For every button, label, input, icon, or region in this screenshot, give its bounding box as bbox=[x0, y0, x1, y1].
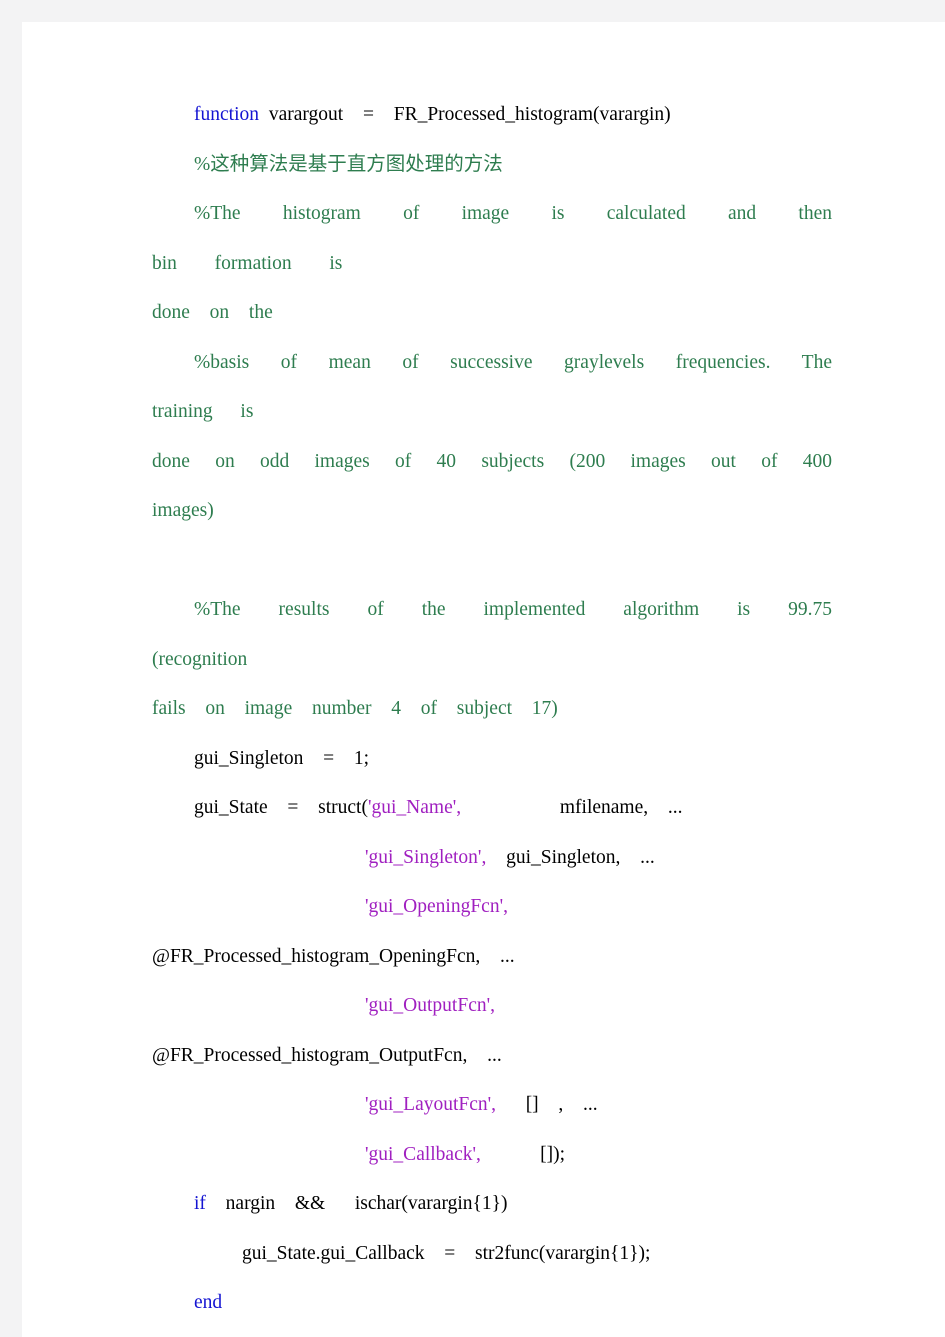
statement-gui-singleton: gui_Singleton = 1; bbox=[194, 747, 370, 769]
string-gui-layoutfcn: 'gui_LayoutFcn', bbox=[365, 1094, 497, 1115]
arg-mfilename: mfilename, ... bbox=[461, 797, 683, 818]
code-line-gui-state-struct: gui_State = struct('gui_Name', mfilename… bbox=[152, 783, 832, 833]
keyword-if: if bbox=[194, 1193, 206, 1214]
comment-histogram-line1: %The histogram of image is calculated an… bbox=[152, 203, 870, 274]
code-line-comment-results-1: %The results of the implemented algorith… bbox=[152, 585, 832, 684]
string-gui-openingfcn: 'gui_OpeningFcn', bbox=[365, 896, 508, 917]
code-line-comment-histogram-2: done on the bbox=[152, 288, 832, 338]
comment-basis-line2: done on odd images of 40 subjects (200 i… bbox=[152, 450, 852, 522]
string-gui-name: 'gui_Name', bbox=[367, 797, 462, 818]
string-gui-outputfcn: 'gui_OutputFcn', bbox=[365, 995, 495, 1016]
keyword-function: function bbox=[194, 104, 259, 125]
code-line-callback-assign: gui_State.gui_Callback = str2func(vararg… bbox=[152, 1229, 832, 1279]
comment-results-line2: fails on image number 4 of subject 17) bbox=[152, 698, 558, 719]
viewer-top-gutter bbox=[0, 0, 945, 22]
function-handle-openingfcn: @FR_Processed_histogram_OpeningFcn, ... bbox=[152, 945, 515, 967]
code-line-comment-results-2: fails on image number 4 of subject 17) bbox=[152, 684, 832, 734]
arg-callback-empty: []); bbox=[480, 1143, 566, 1165]
arg-gui-singleton: gui_Singleton, ... bbox=[486, 846, 655, 868]
comment-basis-line1: %basis of mean of successive graylevels … bbox=[152, 351, 860, 423]
code-line-gui-singleton-field: 'gui_Singleton', gui_Singleton, ... bbox=[152, 833, 832, 883]
string-gui-callback: 'gui_Callback', bbox=[365, 1143, 481, 1165]
if-condition: nargin && ischar(varargin{1}) bbox=[205, 1193, 508, 1214]
code-line-comment-basis-2: done on odd images of 40 subjects (200 i… bbox=[152, 437, 832, 536]
comment-histogram-line2: done on the bbox=[152, 302, 273, 323]
code-line-gui-callback-field: 'gui_Callback', []); bbox=[152, 1130, 832, 1180]
code-line-comment-basis-1: %basis of mean of successive graylevels … bbox=[152, 338, 832, 437]
comment-results-line1: %The results of the implemented algorith… bbox=[152, 599, 860, 670]
code-line-gui-layoutfcn-field: 'gui_LayoutFcn', [] , ... bbox=[152, 1080, 832, 1130]
code-line-comment-histogram-1: %The histogram of image is calculated an… bbox=[152, 189, 832, 288]
code-line-gui-singleton: gui_Singleton = 1; bbox=[152, 734, 832, 784]
string-gui-singleton: 'gui_Singleton', bbox=[365, 846, 487, 868]
keyword-end: end bbox=[194, 1292, 223, 1313]
code-line-outputfcn-handle: @FR_Processed_histogram_OutputFcn, ... bbox=[152, 1031, 832, 1081]
code-listing: function varargout = FR_Processed_histog… bbox=[152, 90, 832, 1328]
code-line-function-decl: function varargout = FR_Processed_histog… bbox=[152, 90, 832, 140]
code-line-gui-outputfcn-field: 'gui_OutputFcn', bbox=[152, 981, 832, 1031]
code-line-gui-openingfcn-field: 'gui_OpeningFcn', bbox=[152, 882, 832, 932]
function-signature: varargout = FR_Processed_histogram(varar… bbox=[258, 104, 671, 125]
statement-callback-assign: gui_State.gui_Callback = str2func(vararg… bbox=[242, 1242, 651, 1264]
viewer-left-gutter bbox=[0, 22, 22, 1337]
code-line-openingfcn-handle: @FR_Processed_histogram_OpeningFcn, ... bbox=[152, 932, 832, 982]
statement-gui-state-prefix: gui_State = struct( bbox=[194, 797, 368, 818]
page-sheet: function varargout = FR_Processed_histog… bbox=[22, 22, 945, 1337]
code-line-comment-zh: %这种算法是基于直方图处理的方法 bbox=[152, 140, 832, 190]
code-line-if-statement: if nargin && ischar(varargin{1}) bbox=[152, 1179, 832, 1229]
arg-layoutfcn-empty: [] , ... bbox=[496, 1094, 598, 1115]
code-line-end-statement: end bbox=[152, 1278, 832, 1328]
document-page: function varargout = FR_Processed_histog… bbox=[0, 0, 945, 1337]
function-handle-outputfcn: @FR_Processed_histogram_OutputFcn, ... bbox=[152, 1044, 502, 1066]
comment-chinese: %这种算法是基于直方图处理的方法 bbox=[194, 153, 503, 175]
